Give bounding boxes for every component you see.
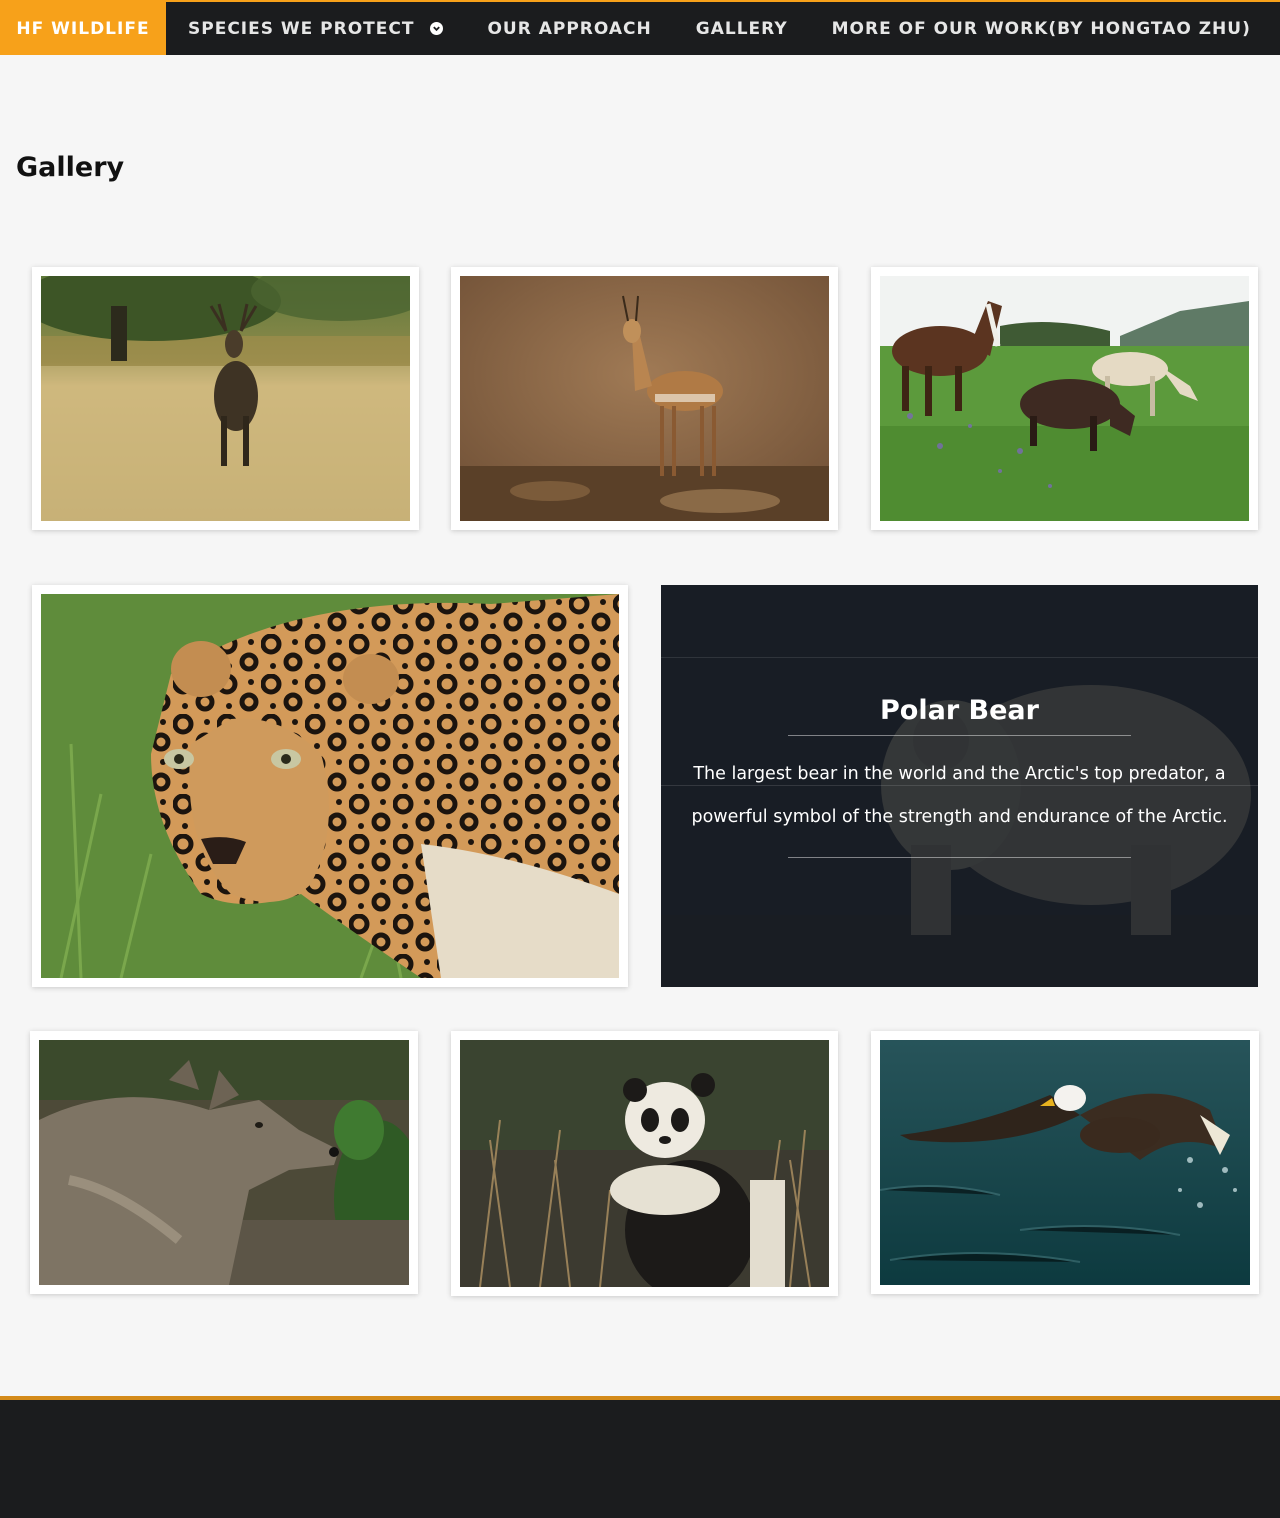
featured-description: The largest bear in the world and the Ar… [691,764,1228,827]
eagle-photo [880,1040,1250,1285]
nav-item-our-approach[interactable]: OUR APPROACH [465,2,673,55]
description-underline [788,857,1131,858]
gallery-card-panda[interactable] [451,1031,838,1296]
brand-link[interactable]: HF WILDLIFE [0,2,166,55]
nav-item-label: SPECIES WE PROTECT [188,18,415,39]
page-title: Gallery [16,152,125,183]
gazelle-photo [460,276,829,521]
gallery-card-gazelle[interactable] [451,267,838,530]
wolf-photo [39,1040,409,1285]
footer [0,1396,1280,1518]
featured-overlay: Polar Bear The largest bear in the world… [661,585,1258,987]
gallery-card-leopard[interactable] [32,585,628,987]
gallery-card-eagle[interactable] [871,1031,1259,1294]
panda-photo [460,1040,829,1287]
polar-bear-photo: Polar Bear The largest bear in the world… [661,585,1258,987]
featured-title: Polar Bear [880,695,1039,726]
leopard-photo [41,594,619,978]
gallery-card-horses[interactable] [871,267,1258,530]
gallery-card-deer[interactable] [32,267,419,530]
nav-item-gallery[interactable]: GALLERY [674,2,810,55]
featured-card-polar-bear[interactable]: Polar Bear The largest bear in the world… [661,585,1258,987]
divider [661,657,1258,658]
top-navigation-bar: HF WILDLIFE SPECIES WE PROTECT OUR APPRO… [0,0,1280,55]
chevron-down-icon[interactable] [430,22,444,35]
deer-photo [41,276,410,521]
nav-item-species-we-protect[interactable]: SPECIES WE PROTECT [166,2,465,55]
nav-item-more-of-our-work[interactable]: MORE OF OUR WORK(BY HONGTAO ZHU) [810,2,1273,55]
title-underline [788,735,1131,736]
gallery-card-wolf[interactable] [30,1031,418,1294]
horses-photo [880,276,1249,521]
